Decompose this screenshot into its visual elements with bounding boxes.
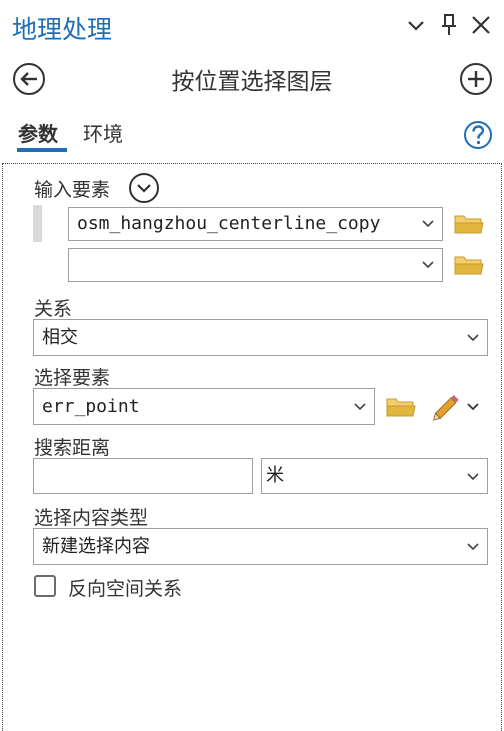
pin-icon[interactable] [436, 10, 462, 40]
selecting-features-label: 选择要素 [34, 367, 111, 389]
invert-spatial-relationship-checkbox[interactable] [34, 575, 56, 597]
selection-type-combo[interactable]: 新建选择内容 [33, 528, 488, 565]
search-distance-label: 搜索距离 [34, 437, 111, 459]
chevron-down-icon [467, 473, 479, 481]
pencil-icon[interactable] [432, 392, 482, 422]
selecting-features-value: err_point [42, 396, 140, 417]
distance-unit-value: 米 [266, 465, 284, 486]
add-icon[interactable] [459, 62, 493, 96]
chevron-down-icon[interactable] [403, 10, 429, 40]
folder-icon[interactable] [386, 395, 416, 419]
pane-title-bar: 地理处理 [0, 0, 504, 52]
relationship-combo[interactable]: 相交 [33, 319, 488, 356]
tab-parameters[interactable]: 参数 [18, 118, 58, 147]
input-features-combo-2[interactable] [68, 248, 443, 282]
chevron-down-icon [354, 403, 366, 411]
row-drag-handle[interactable] [33, 205, 42, 242]
geoprocessing-pane: 地理处理 按位置选择图层 参数 环境 输入要素 osm_hangzhou_cen… [0, 0, 504, 731]
tab-environments[interactable]: 环境 [83, 118, 123, 147]
selecting-features-combo[interactable]: err_point [33, 388, 375, 425]
help-icon[interactable] [463, 120, 493, 150]
active-tab-indicator [17, 148, 67, 152]
tool-header: 按位置选择图层 [0, 52, 504, 104]
chevron-down-icon [467, 543, 479, 551]
folder-icon[interactable] [454, 253, 484, 277]
pane-title: 地理处理 [12, 15, 113, 44]
selection-type-label: 选择内容类型 [34, 507, 149, 529]
expand-icon[interactable] [128, 172, 160, 204]
chevron-down-icon [422, 261, 434, 269]
input-features-combo-1[interactable]: osm_hangzhou_centerline_copy [68, 207, 443, 241]
chevron-down-icon [422, 220, 434, 228]
selection-type-value: 新建选择内容 [42, 536, 150, 557]
distance-unit-combo[interactable]: 米 [261, 458, 488, 494]
relationship-value: 相交 [42, 327, 78, 348]
chevron-down-icon [467, 334, 479, 342]
input-features-value-1: osm_hangzhou_centerline_copy [77, 213, 381, 234]
close-icon[interactable] [468, 10, 494, 40]
invert-spatial-relationship-label: 反向空间关系 [68, 578, 183, 600]
folder-icon[interactable] [454, 212, 484, 236]
input-features-label: 输入要素 [34, 179, 111, 201]
search-distance-input[interactable] [33, 458, 253, 494]
tab-bar: 参数 环境 [0, 110, 504, 166]
tool-title: 按位置选择图层 [171, 69, 333, 95]
relationship-label: 关系 [34, 298, 73, 320]
